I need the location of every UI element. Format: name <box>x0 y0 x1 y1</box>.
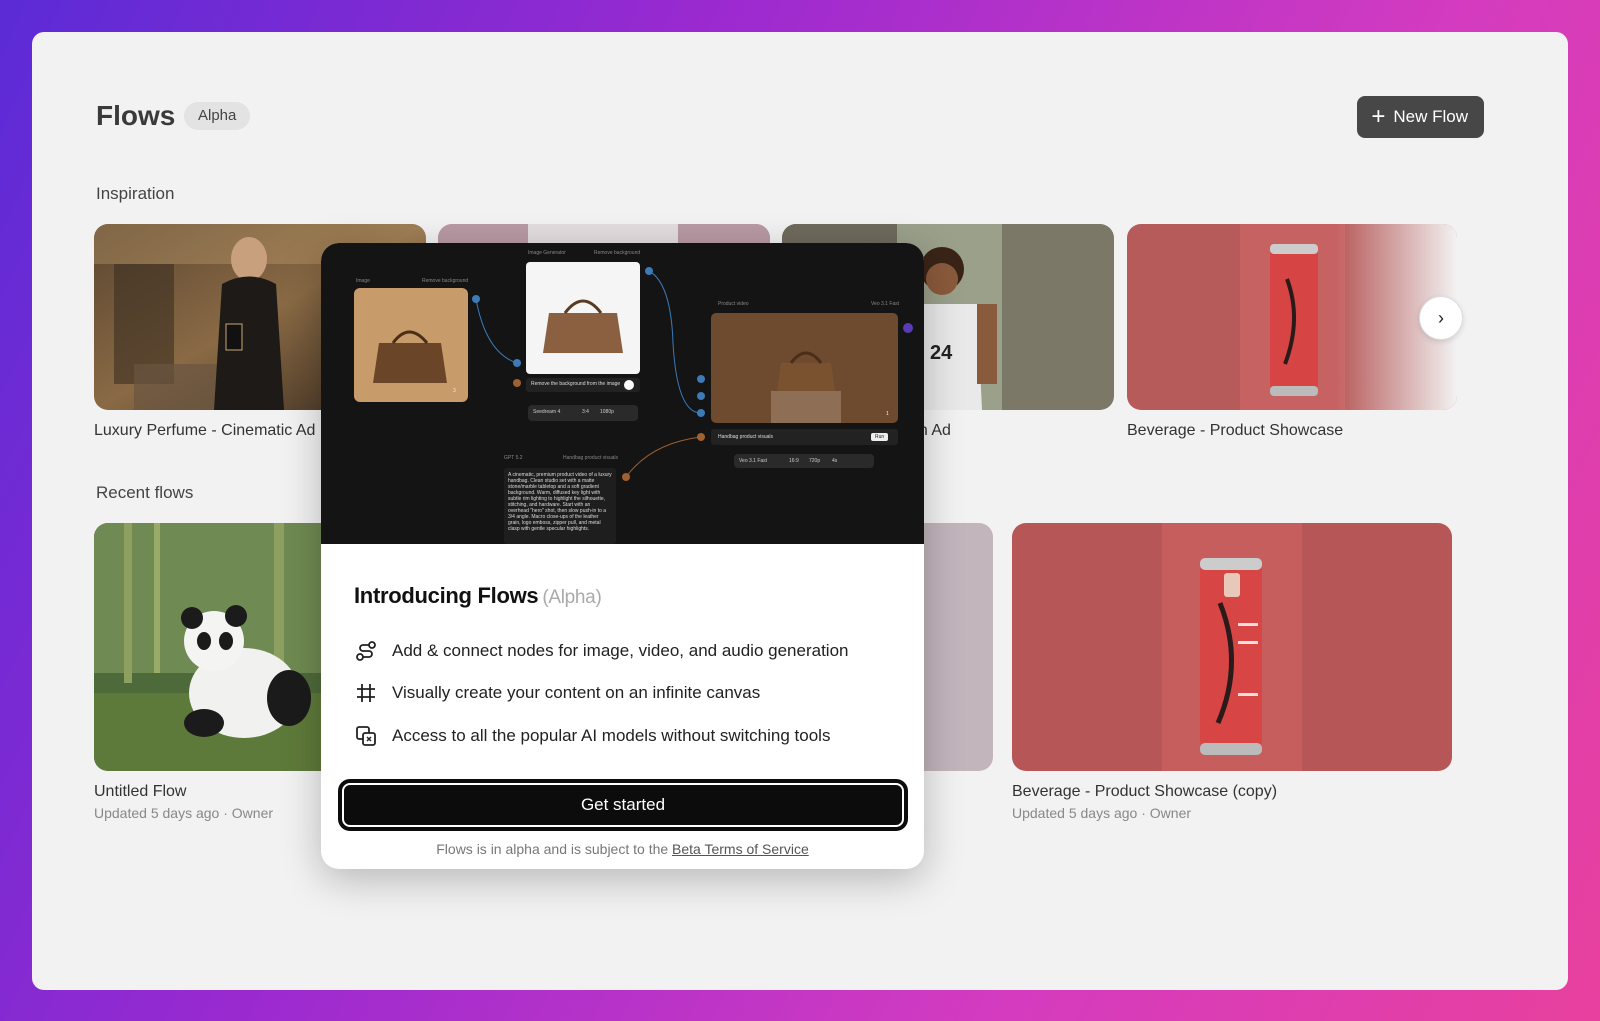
modal-footnote: Flows is in alpha and is subject to the … <box>321 841 924 857</box>
inspiration-label: Inspiration <box>96 184 175 203</box>
modal-title-text: Introducing Flows <box>354 583 539 608</box>
card-meta: Updated 5 days ago · Owner <box>1012 805 1192 821</box>
feature-models: Access to all the popular AI models with… <box>354 722 830 750</box>
get-started-button[interactable]: Get started <box>338 779 908 831</box>
recent-flows-label: Recent flows <box>96 483 194 502</box>
hero-ratio: 3:4 <box>582 409 589 415</box>
recent-card-beverage-copy[interactable]: Beverage - Product Showcase (copy) Updat… <box>1012 523 1452 833</box>
hero-image-label: Image <box>356 278 370 284</box>
svg-text:24: 24 <box>930 342 953 364</box>
feature-canvas: Visually create your content on an infin… <box>354 679 760 707</box>
hero-handbag-prompt: Handbag product visuals <box>718 434 774 440</box>
hero-run: Run <box>871 433 889 441</box>
owner-text: Owner <box>1149 805 1192 821</box>
page-header: Flows Alpha + New Flow <box>96 96 1484 140</box>
feature-text: Visually create your content on an infin… <box>392 683 761 702</box>
inspiration-card-beverage[interactable]: Beverage - Product Showcase <box>1127 224 1457 444</box>
feature-nodes: Add & connect nodes for image, video, an… <box>354 637 849 665</box>
modal-title: Introducing Flows (Alpha) <box>354 583 602 609</box>
canvas-hash-icon <box>357 684 375 702</box>
feature-text: Add & connect nodes for image, video, an… <box>392 641 849 660</box>
beverage-thumbnail <box>1012 523 1452 771</box>
hero-prompt: Remove the background from the image <box>531 381 621 387</box>
hero-remove-bg-2: Remove background <box>594 250 641 256</box>
chevron-right-icon: › <box>1438 307 1444 328</box>
alpha-badge: Alpha <box>184 102 251 130</box>
nodes-connect-icon <box>356 641 376 661</box>
page-title: Flows <box>96 100 176 131</box>
hero-image-gen: Image Generator <box>528 250 566 256</box>
new-flow-label: New Flow <box>1393 107 1468 126</box>
hero-remove-bg: Remove background <box>422 278 469 284</box>
footnote-text: Flows is in alpha and is subject to the <box>436 841 669 857</box>
card-title: Beverage - Product Showcase <box>1127 422 1344 439</box>
feature-text: Access to all the popular AI models with… <box>392 726 831 745</box>
hero-veo-model: Veo 3.1 Fast <box>739 458 768 464</box>
hero-v-dur: 4s <box>832 458 838 464</box>
hero-count-1: 3 <box>453 388 456 394</box>
card-title: Beverage - Product Showcase (copy) <box>1012 783 1278 800</box>
flows-canvas-preview: Image Remove background Image Generator … <box>321 243 924 544</box>
hero-v-ratio: 16:9 <box>789 458 799 464</box>
plus-icon: + <box>1371 103 1386 130</box>
hero-gpt-text: A cinematic, premium product video of a … <box>508 472 612 532</box>
card-meta: Updated 5 days ago · Owner <box>94 805 274 821</box>
hero-veo-fast: Veo 3.1 Fast <box>871 301 900 307</box>
modal-title-tag: (Alpha) <box>542 587 602 608</box>
new-flow-button[interactable]: + New Flow <box>1357 96 1484 138</box>
hero-model: Seedream 4 <box>533 409 561 415</box>
updated-text: Updated 5 days ago <box>1012 805 1138 821</box>
introducing-flows-modal: Image Remove background Image Generator … <box>321 243 924 869</box>
hero-product-video: Product video <box>718 301 749 307</box>
owner-text: Owner <box>231 805 274 821</box>
hero-res: 1080p <box>600 409 614 415</box>
updated-text: Updated 5 days ago <box>94 805 220 821</box>
carousel-next-button[interactable]: › <box>1419 296 1463 340</box>
card-title: Luxury Perfume - Cinematic Ad <box>94 422 316 439</box>
beta-terms-link[interactable]: Beta Terms of Service <box>672 841 809 857</box>
hero-v-res: 720p <box>809 458 821 464</box>
hero-gpt: GPT 5.2 <box>504 455 523 461</box>
models-copy-icon <box>356 726 376 746</box>
card-title: Untitled Flow <box>94 783 187 800</box>
hero-gpt-out: Handbag product visuals <box>563 455 619 461</box>
beverage-thumbnail <box>1127 224 1457 410</box>
hero-count-2: 1 <box>886 411 889 417</box>
